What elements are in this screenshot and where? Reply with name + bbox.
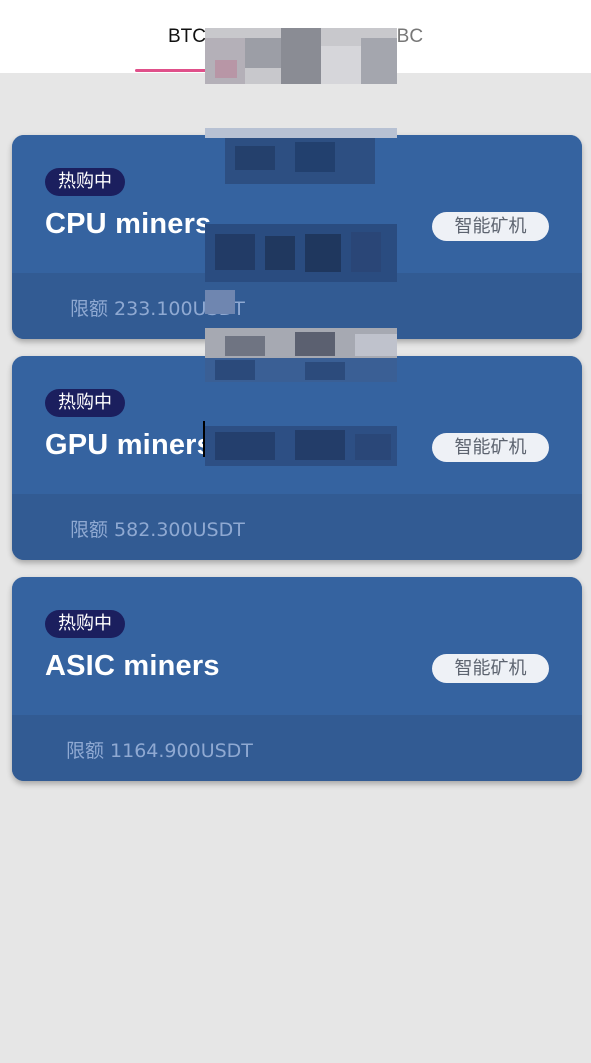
card-title: ASIC miners — [45, 650, 220, 682]
miner-type-tag: 智能矿机 — [432, 212, 549, 241]
hot-sale-badge: 热购中 — [45, 389, 125, 417]
miner-type-tag: 智能矿机 — [432, 433, 549, 462]
tab-bbc[interactable]: BBC — [384, 26, 423, 48]
card-title: GPU miners — [45, 429, 213, 461]
card-header: 热购中 ASIC miners 智能矿机 — [12, 577, 582, 715]
hot-sale-badge: 热购中 — [45, 168, 125, 196]
miner-card-gpu[interactable]: 热购中 GPU miners 智能矿机 限额 582.300USDT — [12, 356, 582, 560]
purchase-limit: 限额 582.300USDT — [70, 519, 245, 541]
card-header: 热购中 CPU miners 智能矿机 — [12, 135, 582, 273]
text-caret — [203, 421, 205, 457]
card-footer: 限额 1164.900USDT — [12, 715, 582, 781]
tab-btc[interactable]: BTC — [168, 26, 206, 48]
card-footer: 限额 233.100USDT — [12, 273, 582, 339]
card-title: CPU miners — [45, 208, 212, 240]
tab-bar: BTC ETH BBC — [0, 0, 591, 73]
miner-type-tag: 智能矿机 — [432, 654, 549, 683]
tab-eth[interactable]: ETH — [276, 26, 314, 48]
hot-sale-badge: 热购中 — [45, 610, 125, 638]
miner-card-cpu[interactable]: 热购中 CPU miners 智能矿机 限额 233.100USDT — [12, 135, 582, 339]
purchase-limit: 限额 233.100USDT — [70, 298, 245, 320]
miner-card-asic[interactable]: 热购中 ASIC miners 智能矿机 限额 1164.900USDT — [12, 577, 582, 781]
card-header: 热购中 GPU miners 智能矿机 — [12, 356, 582, 494]
purchase-limit: 限额 1164.900USDT — [66, 740, 253, 762]
active-tab-indicator — [135, 69, 211, 72]
card-footer: 限额 582.300USDT — [12, 494, 582, 560]
